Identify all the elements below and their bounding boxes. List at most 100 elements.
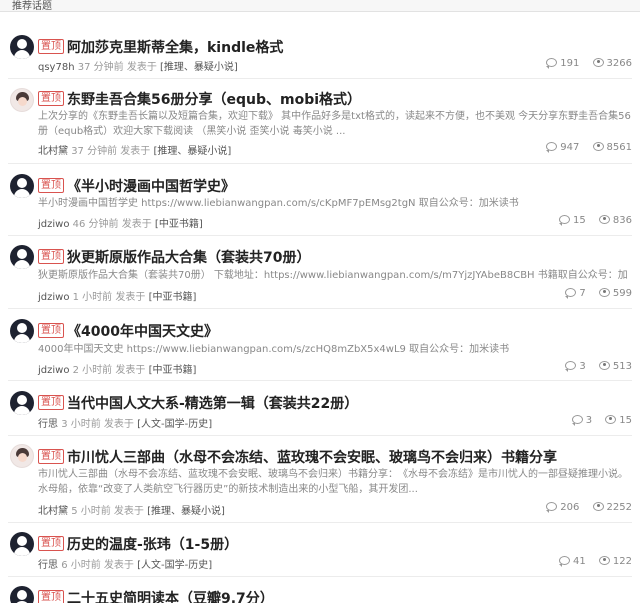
topic-item[interactable]: 置顶 《半小时漫画中国哲学史》 半小时漫画中国哲学史 https://www.li… [8, 172, 632, 230]
view-count: 836 [612, 215, 632, 226]
pinned-badge: 置顶 [38, 323, 64, 338]
eye-icon [598, 556, 610, 565]
avatar[interactable] [10, 391, 34, 415]
category-link[interactable]: [推理、暴疑小说] [153, 146, 231, 157]
topic-excerpt: 市川忧人三部曲（水母不会冻结、蓝玫瑰不会安眠、玻璃鸟不会归来）书籍分享： 《水母… [38, 469, 628, 495]
posted-in-label: 发表于 [120, 146, 151, 157]
posted-in-label: 发表于 [115, 365, 146, 376]
divider [8, 576, 632, 577]
avatar[interactable] [10, 174, 34, 198]
posted-in-label: 发表于 [121, 219, 152, 230]
topic-title[interactable]: 历史的温度-张玮（1-5册） [67, 534, 238, 554]
category-link[interactable]: [中亚书籍] [155, 219, 203, 230]
topic-item[interactable]: 置顶 阿加莎克里斯蒂全集，kindle格式 qsy78h 37 分钟前 发表于 [… [8, 30, 632, 75]
top-nav-strip: 推荐话题 [0, 0, 640, 12]
avatar[interactable] [10, 319, 34, 343]
pinned-badge: 置顶 [38, 536, 64, 551]
category-link[interactable]: [人文-国学-历史] [137, 560, 212, 571]
comment-count: 41 [572, 556, 586, 567]
posted-in-label: 发表于 [103, 419, 134, 430]
post-time: 2 小时前 [72, 365, 113, 376]
comment-count: 206 [560, 502, 580, 513]
post-time: 46 分钟前 [72, 219, 119, 230]
view-count: 2252 [606, 502, 632, 513]
topic-title[interactable]: 阿加莎克里斯蒂全集，kindle格式 [67, 37, 283, 57]
divider [8, 308, 632, 309]
topic-title[interactable]: 二十五史简明读本（豆瓣9.7分） [67, 588, 274, 603]
comment-icon [565, 361, 577, 372]
view-count: 3266 [606, 58, 632, 69]
topic-title[interactable]: 当代中国人文大系-精选第一辑（套装共22册） [67, 393, 358, 413]
divider [8, 235, 632, 236]
post-time: 1 小时前 [72, 292, 113, 303]
author-name[interactable]: 北村黛 [38, 506, 68, 517]
author-name[interactable]: 行思 [38, 419, 58, 430]
category-link[interactable]: [人文-国学-历史] [137, 419, 212, 430]
topic-title[interactable]: 市川忧人三部曲（水母不会冻结、蓝玫瑰不会安眠、玻璃鸟不会归来）书籍分享 [67, 447, 557, 467]
author-name[interactable]: jdziwo [38, 292, 69, 303]
topic-excerpt: 4000年中国天文史 https://www.liebianwangpan.co… [38, 344, 510, 355]
author-name[interactable]: qsy78h [38, 62, 75, 73]
topic-item[interactable]: 置顶 二十五史简明读本（豆瓣9.7分） [8, 584, 632, 603]
divider [8, 163, 632, 164]
view-count: 513 [612, 361, 632, 372]
avatar[interactable] [10, 586, 34, 603]
comment-count: 15 [572, 215, 586, 226]
pinned-badge: 置顶 [38, 249, 64, 264]
post-time: 37 分钟前 [71, 146, 118, 157]
topic-item[interactable]: 置顶 狄更斯原版作品大合集（套装共70册） 狄更斯原版作品大合集（套装共70册） … [8, 243, 632, 303]
comment-count: 3 [585, 415, 593, 426]
topic-item[interactable]: 置顶 市川忧人三部曲（水母不会冻结、蓝玫瑰不会安眠、玻璃鸟不会归来）书籍分享 市川… [8, 443, 632, 518]
topic-item[interactable]: 置顶 历史的温度-张玮（1-5册） 行思 6 小时前 发表于 [人文-国学-历史]… [8, 530, 632, 572]
eye-icon [592, 142, 604, 151]
author-name[interactable]: 北村黛 [38, 146, 68, 157]
pinned-badge: 置顶 [38, 39, 64, 54]
category-link[interactable]: [中亚书籍] [149, 292, 197, 303]
avatar[interactable] [10, 88, 34, 112]
author-name[interactable]: jdziwo [38, 219, 69, 230]
pinned-badge: 置顶 [38, 91, 64, 106]
comment-icon [565, 288, 577, 299]
post-time: 37 分钟前 [77, 62, 124, 73]
topic-excerpt: 上次分享的《东野圭吾长篇以及短篇合集，欢迎下载》 其中作品好多是txt格式的，读… [38, 111, 631, 137]
divider [8, 435, 632, 436]
divider [8, 522, 632, 523]
post-time: 3 小时前 [61, 419, 101, 430]
topic-title[interactable]: 东野圭吾合集56册分享（equb、mobi格式） [67, 89, 361, 109]
avatar[interactable] [10, 245, 34, 269]
pinned-badge: 置顶 [38, 590, 64, 603]
eye-icon [598, 361, 610, 370]
topic-title[interactable]: 狄更斯原版作品大合集（套装共70册） [67, 247, 310, 267]
header-label[interactable]: 推荐话题 [12, 0, 52, 12]
eye-icon [598, 215, 610, 224]
comment-count: 7 [579, 288, 586, 299]
comment-icon [546, 502, 558, 513]
topic-excerpt: 狄更斯原版作品大合集（套装共70册） 下载地址：https://www.lieb… [38, 270, 628, 281]
author-name[interactable]: jdziwo [38, 365, 69, 376]
pinned-badge: 置顶 [38, 395, 64, 410]
eye-icon [592, 502, 604, 511]
topic-item[interactable]: 置顶 当代中国人文大系-精选第一辑（套装共22册） 行思 3 小时前 发表于 [人… [8, 389, 632, 431]
topic-title[interactable]: 《半小时漫画中国哲学史》 [67, 176, 235, 196]
comment-count: 191 [560, 58, 580, 69]
posted-in-label: 发表于 [126, 62, 157, 73]
topic-item[interactable]: 置顶 《4000年中国天文史》 4000年中国天文史 https://www.li… [8, 317, 632, 376]
pinned-badge: 置顶 [38, 178, 64, 193]
avatar[interactable] [10, 444, 34, 468]
pinned-badge: 置顶 [38, 449, 64, 464]
comment-count: 3 [579, 361, 586, 372]
author-name[interactable]: 行思 [38, 560, 58, 571]
view-count: 8561 [606, 142, 632, 153]
avatar[interactable] [10, 532, 34, 556]
topic-item[interactable]: 置顶 东野圭吾合集56册分享（equb、mobi格式） 上次分享的《东野圭吾长篇以… [8, 86, 632, 158]
comment-count: 947 [560, 142, 580, 153]
topic-title[interactable]: 《4000年中国天文史》 [67, 321, 218, 341]
eye-icon [598, 288, 610, 297]
category-link[interactable]: [推理、暴疑小说] [147, 506, 225, 517]
category-link[interactable]: [中亚书籍] [149, 365, 197, 376]
comment-icon [558, 556, 570, 567]
avatar[interactable] [10, 35, 34, 59]
eye-icon [592, 58, 604, 67]
category-link[interactable]: [推理、暴疑小说] [160, 62, 238, 73]
divider [8, 380, 632, 381]
